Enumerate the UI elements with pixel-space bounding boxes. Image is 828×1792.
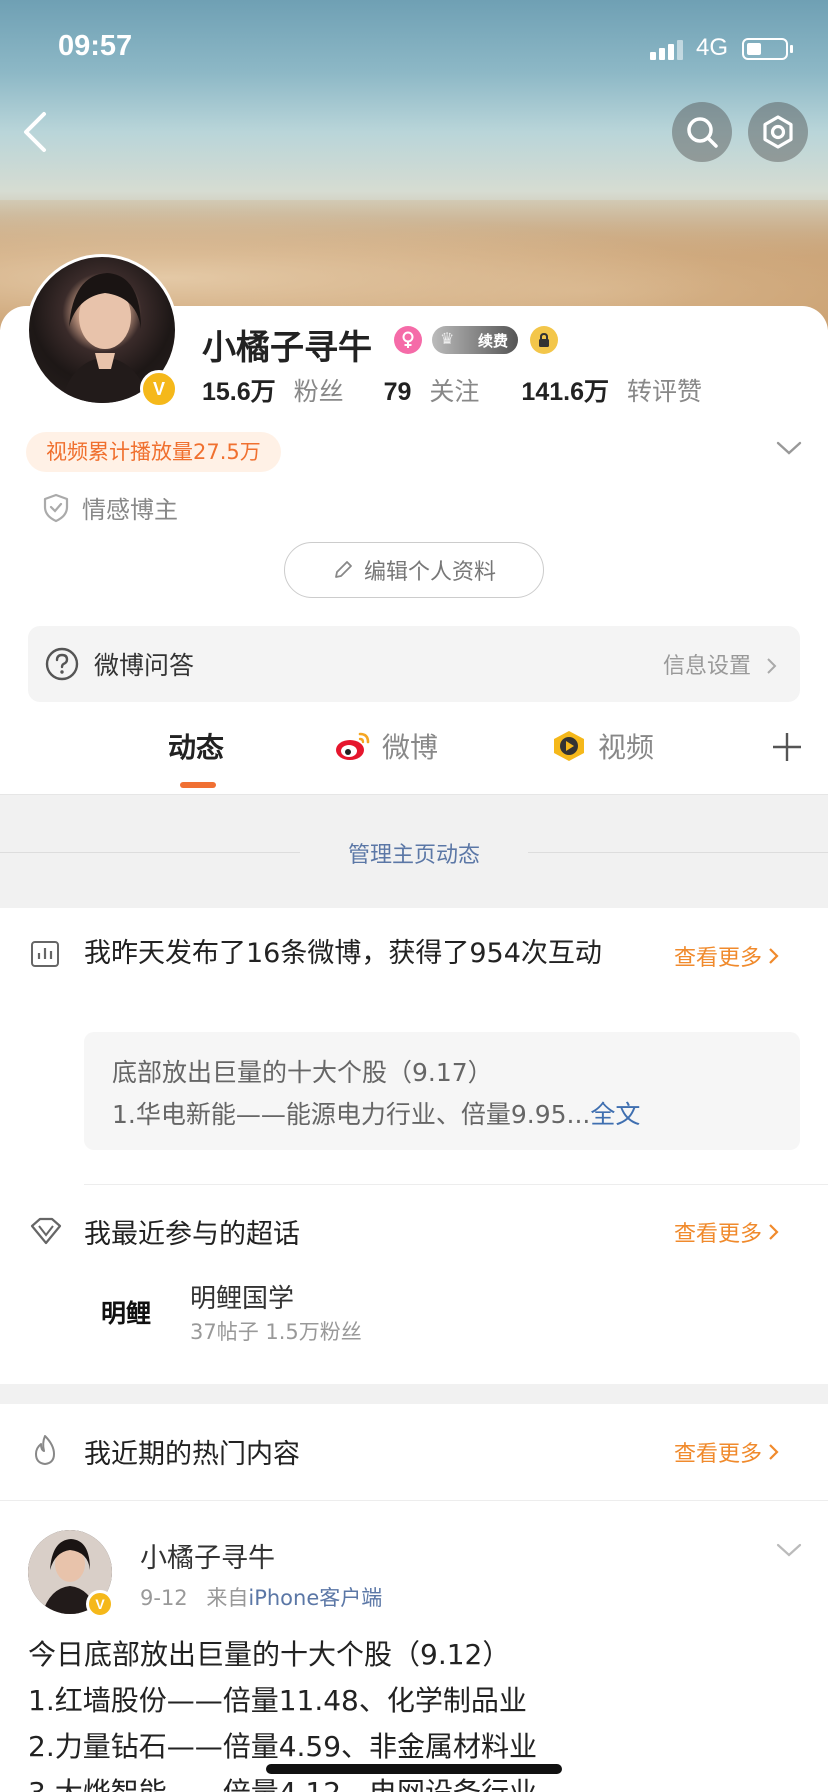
post-meta: 9-12 来自iPhone客户端	[140, 1582, 382, 1612]
tab-active-indicator	[180, 782, 216, 788]
section-gap	[0, 1384, 828, 1404]
tab-video[interactable]: 视频	[550, 726, 654, 766]
verified-badge-icon: V	[140, 370, 178, 408]
network-label: 4G	[696, 34, 729, 61]
stat-label: 粉丝	[293, 377, 344, 406]
flame-icon	[35, 1435, 55, 1465]
vip-crown-icon: ♛	[440, 329, 455, 348]
stat-number: 141.6万	[521, 378, 609, 406]
weibo-qa-row[interactable]: 微博问答 信息设置	[28, 626, 800, 702]
summary-quote-card[interactable]: 底部放出巨量的十大个股（9.17） 1.华电新能——能源电力行业、倍量9.95.…	[84, 1032, 800, 1150]
profile-tabs: 动态 微博 视频	[0, 716, 828, 792]
super-topic-meta: 37帖子 1.5万粉丝	[190, 1320, 362, 1344]
tab-feed[interactable]: 动态	[168, 726, 224, 766]
pencil-icon	[335, 561, 352, 578]
chevron-right-icon	[769, 948, 779, 964]
settings-button[interactable]	[748, 102, 808, 162]
role-label: 情感博主	[82, 496, 178, 524]
super-topic-name: 明鲤国学	[190, 1284, 295, 1314]
post-line: 1.红墙股份——倍量11.48、化学制品业	[28, 1684, 527, 1717]
hot-content-title: 我近期的热门内容	[84, 1439, 300, 1470]
signal-icon	[650, 52, 656, 60]
home-indicator[interactable]	[266, 1764, 562, 1774]
role-row: 情感博主	[42, 490, 178, 525]
post-source-prefix: 来自	[206, 1586, 249, 1610]
post-line: 今日底部放出巨量的十大个股（9.12）	[28, 1638, 511, 1671]
search-button[interactable]	[672, 102, 732, 162]
manage-homepage-link[interactable]: 管理主页动态	[0, 837, 828, 869]
edit-profile-button[interactable]: 编辑个人资料	[284, 542, 544, 598]
profile-name: 小橘子寻牛	[202, 328, 372, 368]
video-play-icon	[554, 731, 584, 761]
chevron-right-icon	[767, 658, 777, 674]
more-label: 查看更多	[674, 1222, 763, 1247]
tab-label: 动态	[168, 731, 225, 764]
status-time: 09:57	[58, 30, 133, 62]
lock-medal-icon[interactable]	[530, 326, 558, 354]
status-icons: 4G	[650, 32, 800, 68]
super-topic-item[interactable]: 明鲤 明鲤国学 37帖子 1.5万粉丝	[84, 1270, 828, 1360]
shield-check-icon	[43, 493, 69, 522]
profile-stats: 15.6万 粉丝 79 关注 141.6万 转评赞	[202, 372, 702, 408]
post-date: 9-12	[140, 1586, 188, 1610]
super-topic-title: 我最近参与的超话	[84, 1219, 300, 1250]
quote-title: 底部放出巨量的十大个股（9.17）	[112, 1058, 493, 1087]
diamond-icon	[30, 1217, 62, 1245]
chevron-down-icon	[776, 441, 802, 455]
more-label: 查看更多	[674, 1442, 763, 1467]
manage-homepage-band: 管理主页动态	[0, 794, 828, 908]
stat-interactions[interactable]: 141.6万 转评赞	[521, 372, 702, 408]
post-options-button[interactable]	[776, 1542, 802, 1562]
vip-membership-badge[interactable]: ♛ 续费	[432, 326, 518, 354]
plus-icon	[773, 733, 801, 761]
stat-number: 15.6万	[202, 378, 276, 406]
info-settings-link[interactable]: 信息设置	[663, 648, 778, 680]
stat-followers[interactable]: 15.6万 粉丝	[202, 372, 344, 408]
hot-content-more-link[interactable]: 查看更多	[674, 1436, 780, 1468]
summary-more-link[interactable]: 查看更多	[674, 940, 780, 972]
quote-excerpt-text: 1.华电新能——能源电力行业、倍量9.95...	[112, 1100, 591, 1129]
chevron-left-icon	[24, 112, 46, 152]
post-author-name[interactable]: 小橘子寻牛	[140, 1536, 275, 1575]
add-tab-button[interactable]	[770, 730, 804, 768]
super-topic-logo: 明鲤	[100, 1299, 151, 1328]
edit-profile-label: 编辑个人资料	[363, 560, 496, 585]
quote-excerpt: 1.华电新能——能源电力行业、倍量9.95...全文	[112, 1094, 772, 1136]
weibo-logo-icon	[336, 732, 370, 760]
stat-label: 转评赞	[626, 377, 702, 406]
summary-title: 我昨天发布了16条微博，获得了954次互动	[84, 938, 602, 969]
expand-profile-button[interactable]	[776, 440, 802, 460]
tab-label: 微博	[382, 731, 439, 764]
chevron-down-icon	[776, 1543, 802, 1557]
question-circle-icon	[45, 647, 79, 681]
weibo-qa-label: 微博问答	[94, 651, 195, 680]
more-label: 查看更多	[674, 946, 763, 971]
super-topic-more-link[interactable]: 查看更多	[674, 1216, 780, 1248]
gear-icon	[763, 115, 793, 149]
chevron-right-icon	[769, 1444, 779, 1460]
info-settings-label: 信息设置	[662, 654, 751, 679]
chart-bar-icon	[31, 941, 59, 967]
full-text-link[interactable]: 全文	[590, 1100, 640, 1129]
back-button[interactable]	[16, 108, 56, 156]
tab-weibo[interactable]: 微博	[334, 726, 438, 766]
stat-label: 关注	[429, 377, 480, 406]
battery-icon	[742, 38, 788, 60]
search-icon	[687, 117, 718, 148]
verified-badge-icon: V	[86, 1590, 114, 1618]
stat-number: 79	[383, 378, 412, 406]
tab-label: 视频	[598, 731, 655, 764]
female-icon	[394, 326, 422, 354]
post-source[interactable]: iPhone客户端	[248, 1586, 382, 1610]
stat-following[interactable]: 79 关注	[384, 372, 480, 408]
chevron-right-icon	[769, 1224, 779, 1240]
vip-badge-label: 续费	[477, 331, 508, 350]
video-views-tag[interactable]: 视频累计播放量27.5万	[26, 432, 281, 472]
